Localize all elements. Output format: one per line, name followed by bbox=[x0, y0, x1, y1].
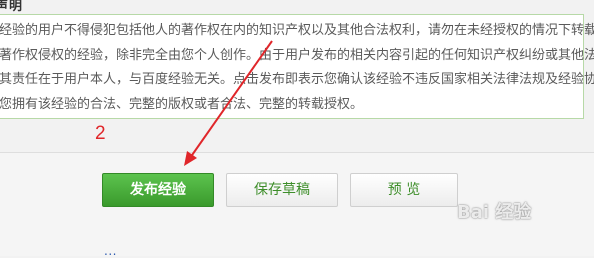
step-number: 2 bbox=[95, 123, 106, 144]
watermark-logo: Bai 经验 bbox=[457, 198, 587, 232]
watermark-text: Bai 经验 bbox=[457, 202, 532, 223]
